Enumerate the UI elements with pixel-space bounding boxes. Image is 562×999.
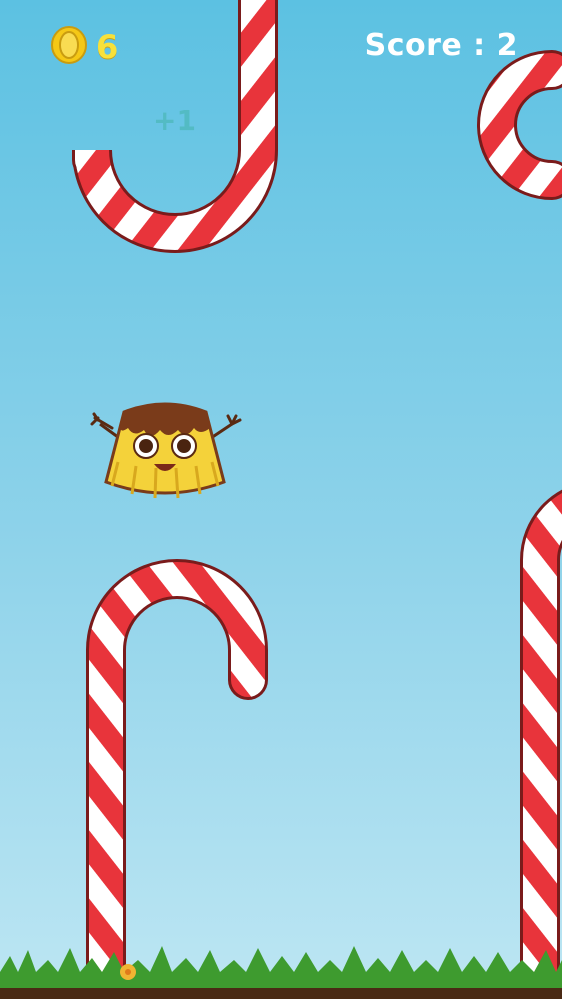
coin-count: 6: [96, 28, 119, 66]
candy-cane-obstacle-bottom-right: [520, 489, 562, 999]
score-label: Score : 2: [364, 28, 518, 63]
score-popup: +1: [153, 104, 196, 137]
grass-ground: [0, 946, 562, 999]
game-scene[interactable]: 6 Score : 2 +1: [0, 0, 562, 999]
game-canvas[interactable]: [0, 0, 562, 999]
candy-cane-obstacle-bottom: [86, 559, 268, 999]
flower-icon: [120, 964, 136, 980]
gold-coin-icon: [51, 26, 87, 64]
pudding-character: [90, 402, 242, 499]
candy-cane-obstacle-top-right: [477, 50, 562, 200]
